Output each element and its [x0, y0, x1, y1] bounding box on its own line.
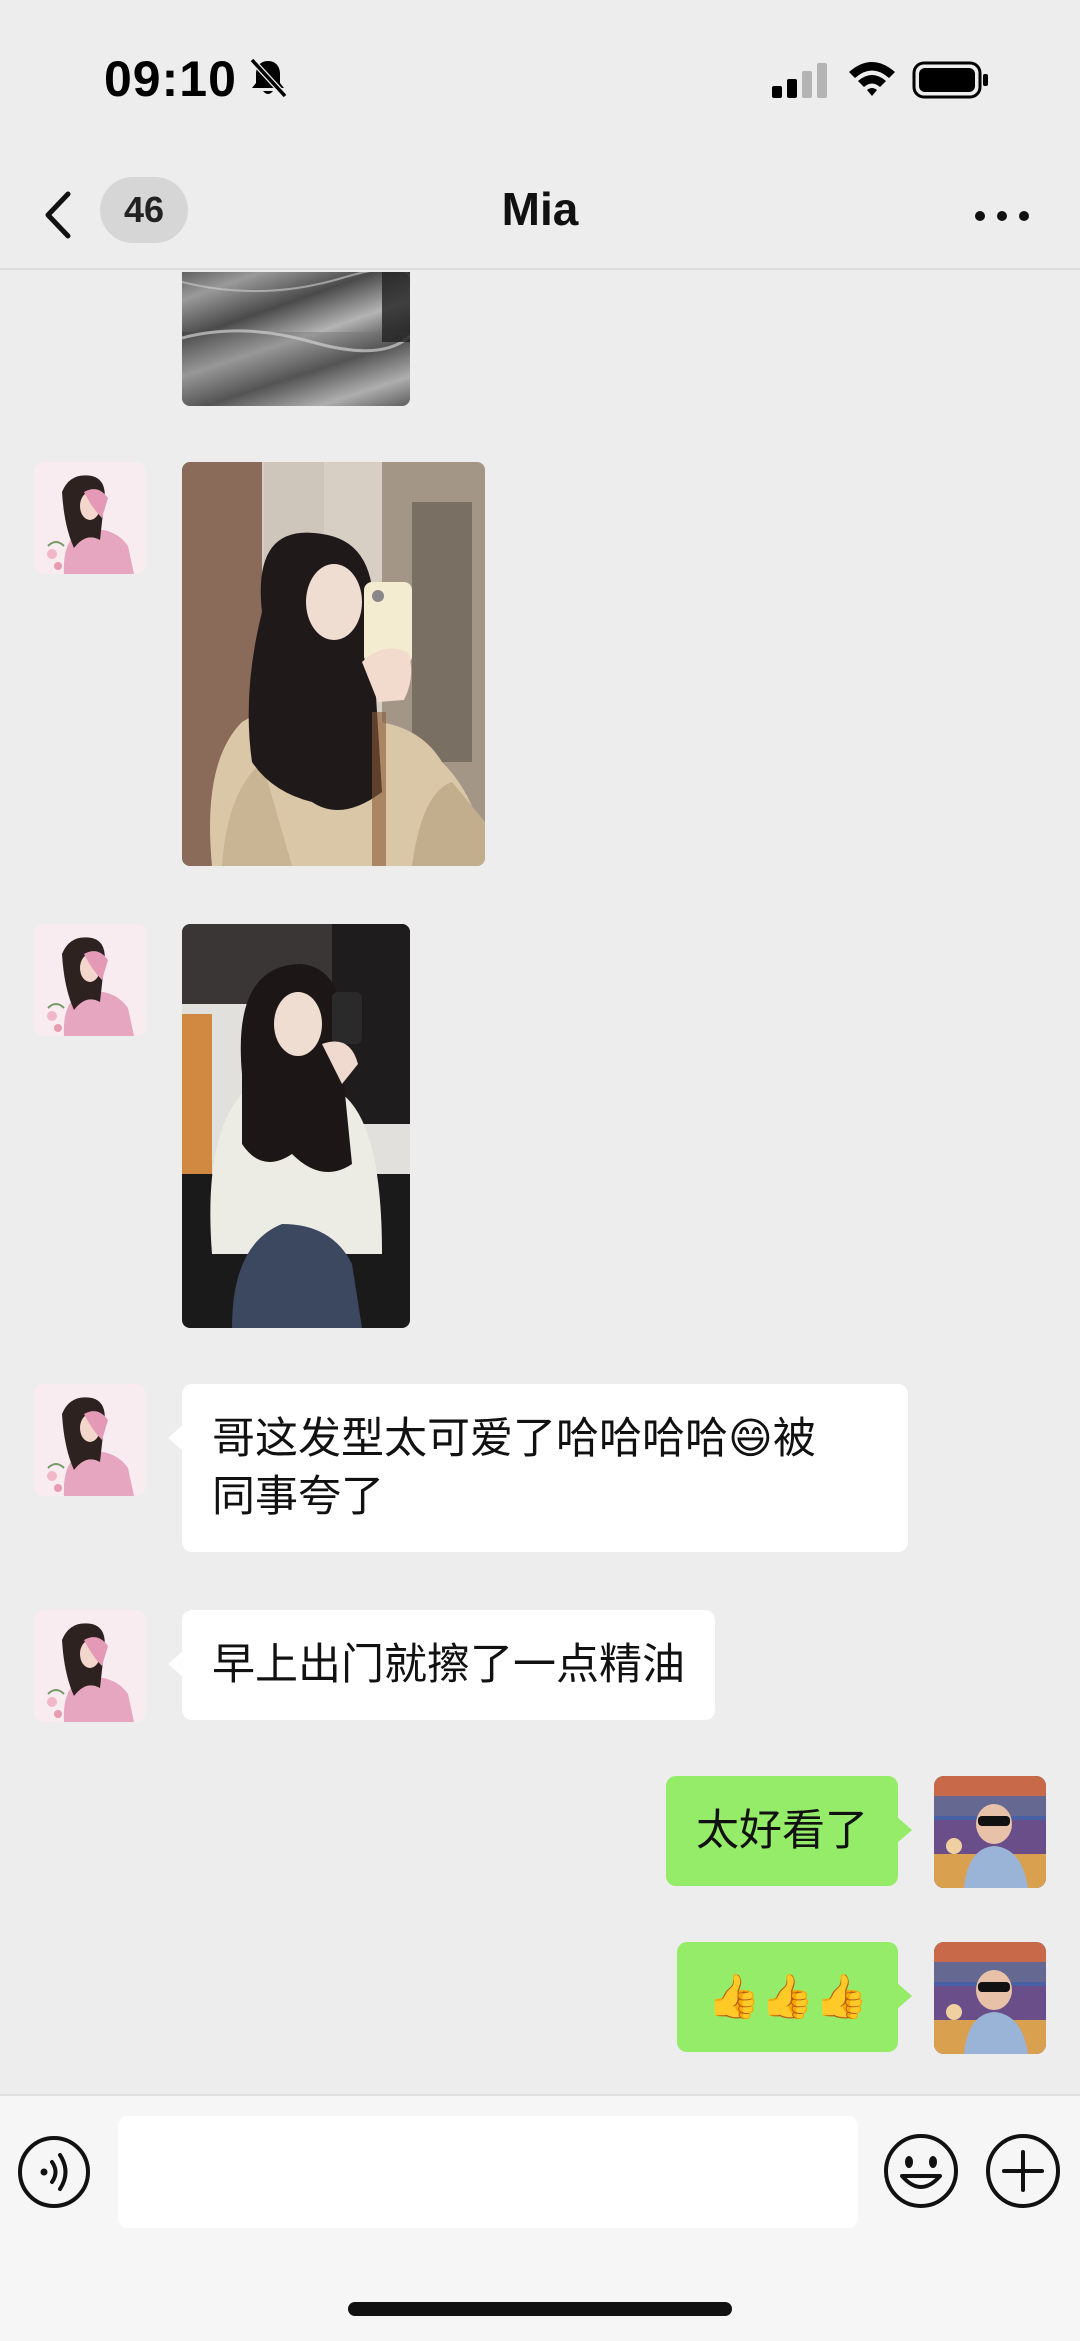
image-message[interactable] [182, 924, 410, 1328]
status-bar: 09:10 [0, 0, 1080, 160]
avatar-illustration [34, 1610, 146, 1722]
status-time: 09:10 [104, 51, 237, 107]
avatar-photo [934, 1776, 1046, 1888]
photo-wrapped-package [182, 272, 410, 406]
image-message[interactable] [182, 462, 485, 866]
bell-muted-icon [249, 57, 288, 99]
message-text-line: 同事夸了 [212, 1472, 384, 1522]
image-message[interactable] [182, 272, 410, 406]
contact-avatar[interactable] [34, 1610, 146, 1722]
text-message-outgoing[interactable]: 👍👍👍 [677, 1942, 912, 2052]
chat-title: Mia [501, 183, 579, 235]
home-indicator[interactable] [348, 2302, 732, 2316]
battery-icon [912, 61, 988, 99]
avatar-illustration [34, 924, 146, 1036]
contact-avatar[interactable] [34, 1384, 146, 1496]
wifi-icon [849, 62, 895, 96]
my-avatar[interactable] [934, 1942, 1046, 2054]
avatar-illustration [34, 1384, 146, 1496]
text-message[interactable]: 哥这发型太可爱了哈哈哈哈😄被 同事夸了 [168, 1384, 908, 1552]
avatar-photo [934, 1942, 1046, 2054]
emoji-icon[interactable] [882, 2132, 960, 2210]
cellular-signal-icon [772, 63, 827, 98]
more-dots-icon[interactable] [972, 190, 1032, 242]
contact-avatar[interactable] [34, 924, 146, 1036]
text-message-outgoing[interactable]: 太好看了 [666, 1776, 912, 1886]
photo-mirror-selfie-fur-coat [182, 462, 485, 866]
text-message[interactable]: 早上出门就擦了一点精油 [168, 1610, 715, 1720]
avatar-illustration [34, 462, 146, 574]
message-input[interactable] [118, 2116, 858, 2228]
plus-icon[interactable] [984, 2132, 1062, 2210]
voice-icon[interactable] [16, 2134, 92, 2210]
photo-salon-chair-selfie [182, 924, 410, 1328]
message-list[interactable]: 哥这发型太可爱了哈哈哈哈😄被 同事夸了 早上出门就擦了一点精油 太好看了 👍👍👍 [0, 272, 1080, 2094]
my-avatar[interactable] [934, 1776, 1046, 1888]
contact-avatar[interactable] [34, 462, 146, 574]
message-text-line: 哥这发型太可爱了哈哈哈哈😄被 [212, 1414, 816, 1464]
chat-header: 46 Mia [0, 160, 1080, 270]
